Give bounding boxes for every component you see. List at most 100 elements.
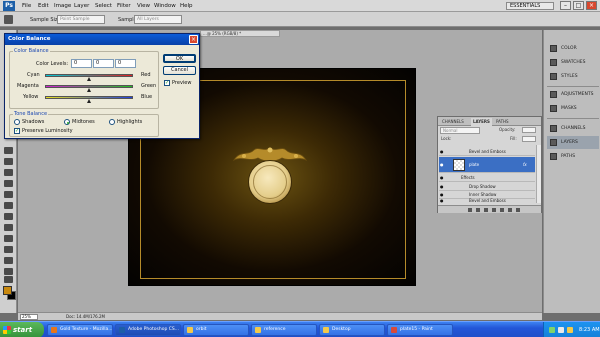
panel-dock: COLOR SWATCHES STYLES ADJUSTMENTS MASKS … bbox=[543, 30, 600, 313]
tool-type-icon[interactable] bbox=[4, 257, 13, 264]
dock-layers[interactable]: LAYERS bbox=[547, 136, 599, 149]
new-group-icon[interactable] bbox=[500, 208, 504, 212]
menu-file[interactable]: File bbox=[22, 2, 31, 10]
magenta-green-slider-thumb[interactable] bbox=[87, 88, 91, 92]
tool-healing-icon[interactable] bbox=[4, 169, 13, 176]
eyedropper-icon[interactable] bbox=[4, 15, 13, 24]
cyan-red-slider-thumb[interactable] bbox=[87, 77, 91, 81]
dock-styles[interactable]: STYLES bbox=[547, 70, 599, 83]
gold-plate-rim bbox=[253, 165, 287, 199]
taskbar-button-orbit[interactable]: orbit bbox=[183, 324, 249, 336]
midtones-radio[interactable] bbox=[64, 119, 70, 125]
shadows-radio[interactable] bbox=[14, 119, 20, 125]
tool-history-brush-icon[interactable] bbox=[4, 202, 13, 209]
link-icon[interactable] bbox=[468, 208, 472, 212]
dock-masks[interactable]: MASKS bbox=[547, 102, 599, 115]
tool-gradient-icon[interactable] bbox=[4, 224, 13, 231]
start-label: start bbox=[13, 326, 33, 334]
start-button[interactable]: start bbox=[0, 322, 44, 337]
eye-icon[interactable]: ● bbox=[440, 176, 445, 180]
dock-adjustments[interactable]: ADJUSTMENTS bbox=[547, 88, 599, 101]
tool-stamp-icon[interactable] bbox=[4, 191, 13, 198]
dock-swatches[interactable]: SWATCHES bbox=[547, 56, 599, 69]
workspace-switcher[interactable]: ESSENTIALS bbox=[506, 2, 554, 10]
eye-icon[interactable]: ● bbox=[440, 199, 445, 203]
tab-paths[interactable]: PATHS bbox=[494, 118, 511, 126]
sample-select[interactable]: All Layers bbox=[134, 15, 182, 24]
yellow-blue-slider-thumb[interactable] bbox=[87, 99, 91, 103]
taskbar-button-firefox[interactable]: Gold Texture - Mozilla... bbox=[47, 324, 113, 336]
add-mask-icon[interactable] bbox=[484, 208, 488, 212]
taskbar-button-label: Gold Texture - Mozilla... bbox=[60, 327, 113, 332]
clock[interactable]: 8:23 AM bbox=[579, 322, 600, 337]
menu-help[interactable]: Help bbox=[180, 2, 193, 10]
opacity-field[interactable] bbox=[522, 127, 536, 133]
add-style-icon[interactable] bbox=[476, 208, 480, 212]
blend-mode-select[interactable]: Normal bbox=[440, 127, 480, 134]
trash-icon[interactable] bbox=[516, 208, 520, 212]
dialog-title[interactable]: Color Balance bbox=[5, 34, 199, 45]
color-icon bbox=[550, 45, 557, 52]
menu-edit[interactable]: Edit bbox=[38, 2, 49, 10]
eye-icon[interactable]: ● bbox=[440, 185, 445, 189]
network-icon[interactable] bbox=[549, 327, 555, 333]
taskbar-button-desktop[interactable]: Desktop bbox=[319, 324, 385, 336]
tool-crop-icon[interactable] bbox=[4, 147, 13, 154]
maximize-button[interactable]: □ bbox=[573, 1, 584, 10]
ok-button[interactable]: OK bbox=[163, 54, 196, 63]
level-cyan-red-field[interactable]: 0 bbox=[71, 59, 92, 68]
menu-window[interactable]: Window bbox=[154, 2, 176, 10]
dock-color[interactable]: COLOR bbox=[547, 42, 599, 55]
taskbar-button-photoshop[interactable]: Adobe Photoshop CS... bbox=[115, 324, 181, 336]
menu-view[interactable]: View bbox=[137, 2, 150, 10]
menu-select[interactable]: Select bbox=[95, 2, 112, 10]
layer-effect-row[interactable]: ● Drop Shadow bbox=[439, 183, 535, 191]
eye-icon[interactable]: ● bbox=[440, 150, 445, 154]
taskbar-button-paint[interactable]: plate15 - Paint bbox=[387, 324, 453, 336]
minimize-button[interactable]: – bbox=[560, 1, 571, 10]
tool-hand-icon[interactable] bbox=[4, 268, 13, 275]
swatches-icon bbox=[550, 59, 557, 66]
eye-icon[interactable]: ● bbox=[440, 163, 445, 167]
sample-size-select[interactable]: Point Sample bbox=[57, 15, 105, 24]
tab-channels[interactable]: CHANNELS bbox=[440, 118, 466, 126]
zoom-field[interactable]: 25% bbox=[20, 314, 38, 320]
layer-row-plate[interactable]: ● plate fx bbox=[439, 157, 535, 173]
level-magenta-green-field[interactable]: 0 bbox=[93, 59, 114, 68]
tool-eyedropper-icon[interactable] bbox=[4, 158, 13, 165]
menu-filter[interactable]: Filter bbox=[117, 2, 131, 10]
dock-channels[interactable]: CHANNELS bbox=[547, 122, 599, 135]
tool-dodge-icon[interactable] bbox=[4, 235, 13, 242]
fx-icon[interactable]: fx bbox=[523, 157, 527, 173]
close-button[interactable]: × bbox=[586, 1, 597, 10]
dialog-close-icon[interactable]: × bbox=[189, 35, 198, 44]
adjustment-layer-icon[interactable] bbox=[492, 208, 496, 212]
highlights-radio[interactable] bbox=[109, 119, 115, 125]
tool-brush-icon[interactable] bbox=[4, 180, 13, 187]
document-tab[interactable]: ...@ 25% (RGB/8) * bbox=[200, 30, 280, 37]
menu-image[interactable]: Image bbox=[54, 2, 71, 10]
layer-effect-row[interactable]: ● Bevel and Emboss bbox=[439, 197, 535, 205]
layer-effect-row[interactable]: ● Bevel and Emboss bbox=[439, 148, 535, 156]
cancel-button[interactable]: Cancel bbox=[163, 66, 196, 75]
preserve-luminosity-checkbox[interactable]: ✓ bbox=[14, 128, 20, 134]
preview-checkbox[interactable]: ✓ bbox=[164, 80, 170, 86]
menu-layer[interactable]: Layer bbox=[74, 2, 89, 10]
taskbar-button-reference[interactable]: reference bbox=[251, 324, 317, 336]
tool-pen-icon[interactable] bbox=[4, 246, 13, 253]
level-yellow-blue-field[interactable]: 0 bbox=[115, 59, 136, 68]
fill-field[interactable] bbox=[522, 136, 536, 142]
tool-eraser-icon[interactable] bbox=[4, 213, 13, 220]
dock-masks-label: MASKS bbox=[561, 106, 577, 111]
dock-channels-label: CHANNELS bbox=[561, 126, 586, 131]
layer-effects-header[interactable]: ● Effects bbox=[439, 174, 535, 182]
tab-layers[interactable]: LAYERS bbox=[471, 118, 492, 126]
dock-paths[interactable]: PATHS bbox=[547, 150, 599, 163]
foreground-color-swatch[interactable] bbox=[3, 286, 12, 295]
tool-zoom-icon[interactable] bbox=[4, 276, 13, 283]
volume-icon[interactable] bbox=[558, 327, 564, 333]
new-layer-icon[interactable] bbox=[508, 208, 512, 212]
layers-scrollbar[interactable] bbox=[536, 145, 541, 203]
layers-icon bbox=[550, 139, 557, 146]
security-icon[interactable] bbox=[567, 327, 573, 333]
